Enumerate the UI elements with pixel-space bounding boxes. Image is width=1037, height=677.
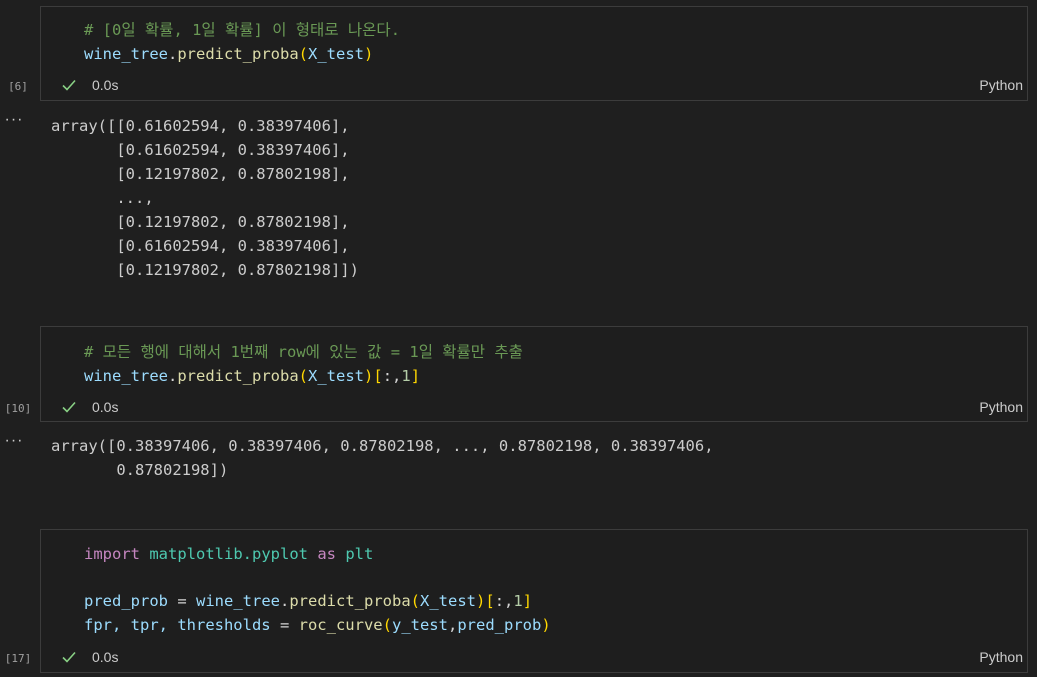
cell-2-editor[interactable]: # 모든 행에 대해서 1번째 row에 있는 값 = 1일 확률만 추출 wi… <box>84 341 523 388</box>
code-function: predict_proba <box>289 592 411 610</box>
execution-time: 0.0s <box>92 649 119 665</box>
execution-count: [6] <box>8 80 28 93</box>
code-variable: pred_prob <box>84 592 168 610</box>
output-line: [0.12197802, 0.87802198]]) <box>51 261 359 279</box>
output-menu-ellipsis-icon[interactable]: ··· <box>0 432 28 450</box>
code-argument: X_test <box>308 44 365 63</box>
code-argument: X_test <box>420 592 477 610</box>
code-keyword: as <box>317 545 336 563</box>
code-bracket: ( <box>298 44 309 63</box>
check-icon <box>62 401 76 413</box>
code-variable: fpr, tpr, thresholds <box>84 615 271 634</box>
cell-1-output: array([[0.61602594, 0.38397406], [0.6160… <box>51 114 359 282</box>
code-function: predict_proba <box>177 44 299 63</box>
code-operator: . <box>280 592 290 610</box>
code-bracket: ] <box>410 366 421 385</box>
code-bracket: ) <box>364 44 374 63</box>
code-operator: . <box>168 366 178 385</box>
code-bracket: [ <box>373 366 383 385</box>
output-line: array([[0.61602594, 0.38397406], <box>51 117 350 135</box>
output-line: array([0.38397406, 0.38397406, 0.8780219… <box>51 437 714 455</box>
execution-count: [17] <box>4 652 32 665</box>
code-slice: :, <box>382 366 402 385</box>
code-operator: , <box>447 615 458 634</box>
code-variable: wine_tree <box>84 44 168 63</box>
output-line: [0.61602594, 0.38397406], <box>51 237 350 255</box>
code-variable: wine_tree <box>84 366 168 385</box>
code-function: predict_proba <box>177 366 299 385</box>
code-number: 1 <box>513 592 523 610</box>
code-operator: = <box>270 615 299 634</box>
code-function: roc_curve <box>298 615 383 634</box>
cell-2-output: array([0.38397406, 0.38397406, 0.8780219… <box>51 434 714 482</box>
check-icon <box>62 79 76 91</box>
code-operator: . <box>168 44 178 63</box>
code-bracket: ) <box>364 366 374 385</box>
code-bracket: ( <box>298 366 309 385</box>
code-module: matplotlib.pyplot <box>149 545 308 563</box>
output-line: ..., <box>51 189 154 207</box>
cell-language-button[interactable]: Python <box>979 399 1023 415</box>
code-bracket: ( <box>410 592 421 610</box>
cell-language-button[interactable]: Python <box>979 649 1023 665</box>
code-bracket: ] <box>522 592 533 610</box>
code-bracket: [ <box>485 592 495 610</box>
code-bracket: ( <box>382 615 392 634</box>
code-argument: X_test <box>308 366 365 385</box>
output-line: [0.61602594, 0.38397406], <box>51 141 350 159</box>
output-line: 0.87802198]) <box>51 461 229 479</box>
code-comment: # [0일 확률, 1일 확률] 이 형태로 나온다. <box>84 21 401 39</box>
cell-3-editor[interactable]: import matplotlib.pyplot as plt pred_pro… <box>84 543 551 637</box>
cell-1-editor[interactable]: # [0일 확률, 1일 확률] 이 형태로 나온다. wine_tree.pr… <box>84 19 400 66</box>
code-bracket: ) <box>476 592 486 610</box>
code-argument: y_test <box>391 615 448 634</box>
output-line: [0.12197802, 0.87802198], <box>51 213 350 231</box>
check-icon <box>62 651 76 663</box>
code-bracket: ) <box>541 615 551 634</box>
code-slice: :, <box>494 592 514 610</box>
execution-time: 0.0s <box>92 77 119 93</box>
code-alias: plt <box>345 545 374 563</box>
code-comment: # 모든 행에 대해서 1번째 row에 있는 값 = 1일 확률만 추출 <box>84 343 523 361</box>
code-keyword: import <box>84 545 140 563</box>
output-line: [0.12197802, 0.87802198], <box>51 165 350 183</box>
code-argument: pred_prob <box>457 615 542 634</box>
cell-language-button[interactable]: Python <box>979 77 1023 93</box>
code-operator: = <box>168 592 196 610</box>
execution-time: 0.0s <box>92 399 119 415</box>
output-menu-ellipsis-icon[interactable]: ··· <box>0 111 28 129</box>
code-number: 1 <box>401 366 411 385</box>
execution-count: [10] <box>4 402 32 415</box>
code-variable: wine_tree <box>196 592 280 610</box>
